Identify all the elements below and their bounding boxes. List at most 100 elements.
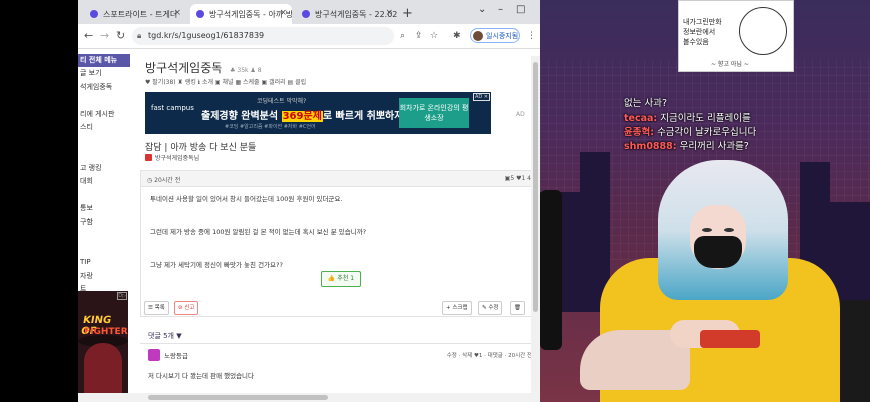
board-nav[interactable]: ♥ 팔기(38) ♜ 랭킹 ℹ 소개 ▣ 채널 ▦ 스케줄 ▣ 갤러리 ▤ 클립 xyxy=(145,77,306,86)
star-icon[interactable]: ☆ xyxy=(430,31,438,41)
scroll-thumb[interactable] xyxy=(533,62,538,312)
close-icon[interactable]: × xyxy=(173,8,181,18)
twitch-favicon-icon xyxy=(196,10,204,18)
recommend-button[interactable]: 👍 추천 1 xyxy=(321,271,361,287)
sidebar-item[interactable]: 통보 xyxy=(78,202,130,216)
browser-window: 스포트라이트 - 트게더 × 방구석게임중독 - 아까 방 × 방구석게임중독 … xyxy=(78,0,540,402)
main-content: 방구석게임중독 ♣ 35k ♟ 8 ♥ 팔기(38) ♜ 랭킹 ℹ 소개 ▣ 채… xyxy=(136,49,540,402)
character-figure xyxy=(84,343,122,399)
ad-label: AD xyxy=(516,111,525,118)
sidebar-item[interactable] xyxy=(78,148,130,162)
avatar xyxy=(148,349,160,361)
close-icon[interactable]: × xyxy=(385,8,393,18)
chat-line: shm0888: 우리꺼리 사과를? xyxy=(624,141,749,152)
comment-controls[interactable]: 수정 · 삭제 ♥1 · 대댓글 · 20시간 전 xyxy=(447,351,532,359)
tab-spotlight[interactable]: 스포트라이트 - 트게더 × xyxy=(84,4,186,24)
forward-icon[interactable]: → xyxy=(100,29,109,42)
sidebar-item[interactable] xyxy=(78,243,130,257)
cartoon-face-icon xyxy=(739,7,787,55)
zoom-icon[interactable]: ⌕ xyxy=(400,31,405,41)
eye xyxy=(702,228,712,232)
tab-board[interactable]: 방구석게임중독 - 22.02. × xyxy=(296,4,398,24)
board-stats: ♣ 35k ♟ 8 xyxy=(230,67,262,74)
post-line: 그냥 제가 세탁기에 정신이 빠맛가 놓친 건가요?? xyxy=(150,261,283,269)
post-line: 투네이션 사용할 일이 있어서 창시 들어갔는데 100원 후원이 있더군요. xyxy=(150,195,343,203)
red-sleeve xyxy=(700,330,760,348)
sidebar-item[interactable]: 스티 xyxy=(78,121,130,135)
close-icon[interactable]: × xyxy=(279,8,287,18)
sidebar-item[interactable]: TIP xyxy=(78,256,130,270)
twitch-favicon-icon xyxy=(90,10,98,18)
sidebar-item[interactable] xyxy=(78,94,130,108)
comment-author[interactable]: 노랑등급 xyxy=(148,349,188,361)
share-icon[interactable]: ⇪ xyxy=(415,31,423,41)
eye xyxy=(724,228,734,232)
list-button[interactable]: ☰ 목록 xyxy=(144,301,169,315)
vertical-scrollbar[interactable] xyxy=(531,56,540,402)
url-text: tgd.kr/s/1guseog1/61837839 xyxy=(148,31,265,40)
chat-line: tecaa: 지금이라도 리플레이를 xyxy=(624,113,751,124)
horizontal-scrollbar[interactable] xyxy=(78,393,531,402)
post-box: ◷ 20시간 전 ▣5 ♥1 4 투네이션 사용할 일이 있어서 창시 들어갔는… xyxy=(140,170,538,317)
game-ad-banner[interactable]: D▷ KING OF FIGHTER xyxy=(78,291,128,399)
sidebar-header: 티 전체 메뉴 xyxy=(78,54,130,67)
sidebar-item[interactable]: 구함 xyxy=(78,216,130,230)
post-actions: ☰ 목록 ⊘ 신고 + 스크랩 ✎ 수정 🗑︎ xyxy=(140,299,536,315)
sidebar-item[interactable]: 석게임중독 xyxy=(78,81,130,95)
address-bar: ← → ↻ 🔒︎ tgd.kr/s/1guseog1/61837839 ⌕ ⇪ … xyxy=(78,24,540,49)
post-counts: ▣5 ♥1 4 xyxy=(504,175,531,182)
profile-button[interactable]: 일시중지됨 xyxy=(470,28,520,43)
microphone xyxy=(540,190,562,350)
report-button[interactable]: ⊘ 신고 xyxy=(174,301,199,315)
post-time: ◷ 20시간 전 xyxy=(147,177,181,184)
ad-badge: D▷ xyxy=(117,292,127,300)
sidebar-item[interactable] xyxy=(78,229,130,243)
minimize-icon[interactable]: – xyxy=(498,4,503,15)
delete-icon[interactable]: 🗑︎ xyxy=(510,301,525,315)
lock-icon: 🔒︎ xyxy=(137,31,142,40)
ad-badge: AD ✕ xyxy=(472,93,490,101)
avatar xyxy=(473,30,483,41)
sidebar-item[interactable]: 고 랭킹 xyxy=(78,162,130,176)
memo-text: 내가그린만화 정보란에서 볼수있음 xyxy=(683,18,722,46)
sidebar-item[interactable]: 대회 xyxy=(78,175,130,189)
post-author[interactable]: 방구석게임중독님 xyxy=(145,153,199,162)
chevron-down-icon[interactable]: ⌄ xyxy=(478,4,486,15)
post-title: 잡담 | 아까 방송 다 보신 분들 xyxy=(145,143,257,153)
comment-text: 저 다시보기 다 봤는데 판매 했었습니다 xyxy=(148,372,255,380)
sidebar: 티 전체 메뉴 글 보기 석게임중독 리에 게시판 스티 고 랭킹 대회 통보 … xyxy=(78,54,130,402)
comments-header[interactable]: 댓글 5개 ▼ xyxy=(148,331,182,341)
board-title[interactable]: 방구석게임중독 ♣ 35k ♟ 8 xyxy=(145,59,262,76)
ad-small-text: 코딩테스트 막막해? xyxy=(257,98,307,105)
ad-logo: fast campus xyxy=(151,104,194,112)
tab-post[interactable]: 방구석게임중독 - 아까 방 × xyxy=(190,4,292,24)
author-icon xyxy=(145,154,152,161)
new-tab-button[interactable]: + xyxy=(402,6,413,21)
sidebar-item[interactable]: 자랑 xyxy=(78,270,130,284)
edit-button[interactable]: ✎ 수정 xyxy=(478,301,503,315)
post-meta: ◷ 20시간 전 ▣5 ♥1 4 xyxy=(141,171,537,187)
scrap-button[interactable]: + 스크랩 xyxy=(442,301,472,315)
maximize-icon[interactable]: □ xyxy=(516,4,525,15)
memo-note: 내가그린만화 정보란에서 볼수있음 ~ 향고 아님 ~ xyxy=(678,0,794,72)
ad-headline: 출제경향 완벽분석 369문제로 빠르게 취뽀하자! xyxy=(201,111,408,122)
sidebar-item[interactable]: 글 보기 xyxy=(78,67,130,81)
ad-tags: #코딩 #알고리즘 #파이썬 #자바 #C언어 xyxy=(225,124,316,130)
extensions-icon[interactable]: ✱ xyxy=(453,31,461,41)
sidebar-item[interactable] xyxy=(78,189,130,203)
url-field[interactable]: 🔒︎ tgd.kr/s/1guseog1/61837839 xyxy=(132,27,394,45)
page-content: 티 전체 메뉴 글 보기 석게임중독 리에 게시판 스티 고 랭킹 대회 통보 … xyxy=(78,49,540,402)
back-icon[interactable]: ← xyxy=(84,29,93,42)
ad-cta-button[interactable]: 회차가로 온라인강의 평생소장 xyxy=(399,98,469,128)
stream-overlay: 내가그린만화 정보란에서 볼수있음 ~ 향고 아님 ~ 없는 사과? tecaa… xyxy=(540,0,870,402)
post-line: 그런데 제가 방송 중에 100원 알림된 걸 본 적이 없는데 혹시 보신 분… xyxy=(150,228,367,236)
chat-line: 없는 사과? xyxy=(624,98,668,109)
sidebar-item[interactable] xyxy=(78,135,130,149)
twitch-favicon-icon xyxy=(302,10,310,18)
ad-banner[interactable]: AD ✕ fast campus 코딩테스트 막막해? 출제경향 완벽분석 36… xyxy=(145,92,491,134)
menu-icon[interactable]: ⋮ xyxy=(527,31,536,41)
scroll-thumb[interactable] xyxy=(148,395,328,400)
reload-icon[interactable]: ↻ xyxy=(116,29,125,42)
sidebar-item[interactable]: 리에 게시판 xyxy=(78,108,130,122)
chat-line: 윤종혁: 수금각이 날카로우십니다 xyxy=(624,127,757,138)
